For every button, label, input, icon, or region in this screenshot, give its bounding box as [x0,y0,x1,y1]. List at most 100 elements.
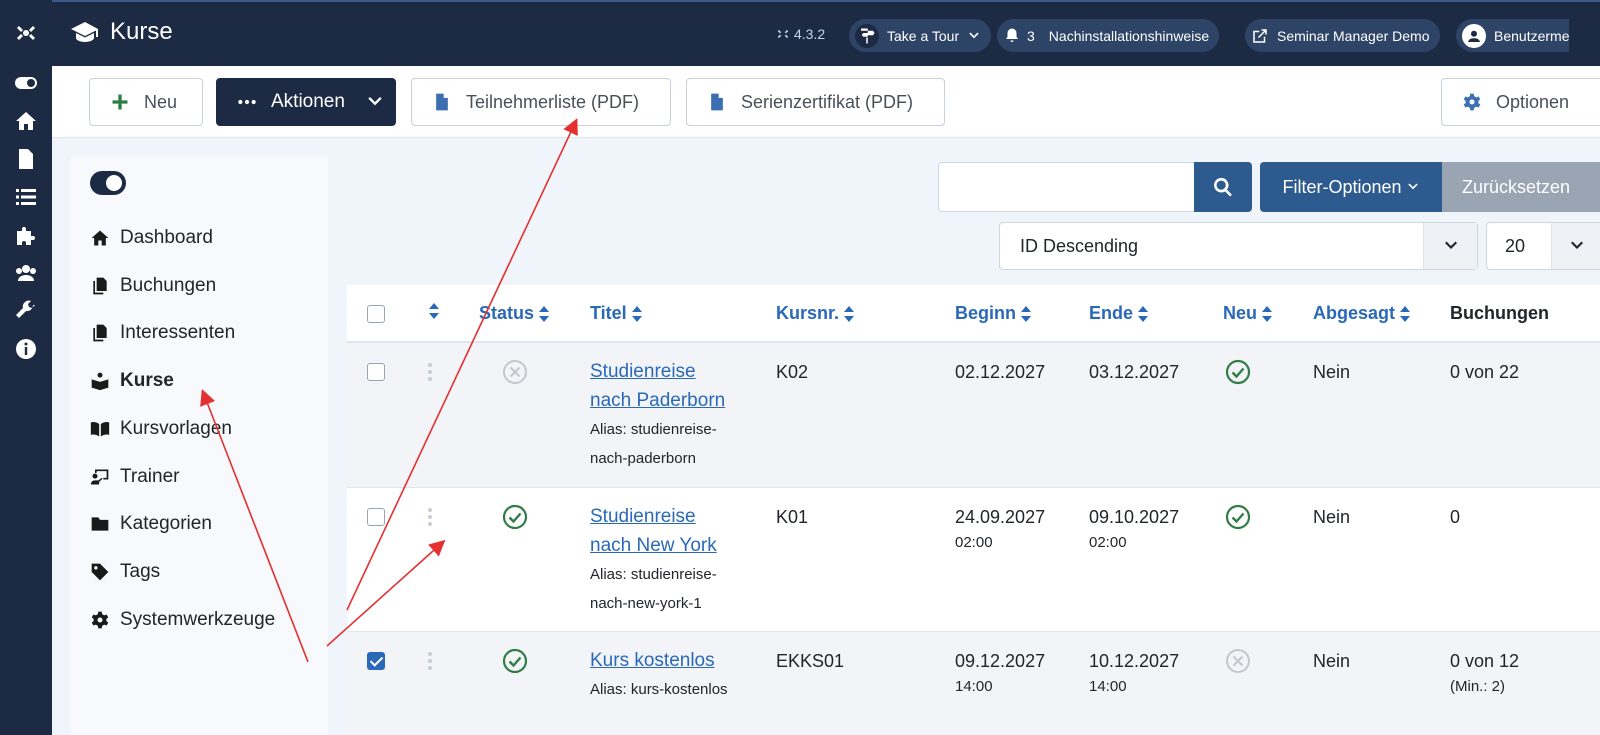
table-header: Status Titel Kursnr. Beginn Ende Neu Abg… [347,285,1600,343]
end-column-header[interactable]: Ende [1089,303,1149,324]
sort-icon [539,305,550,322]
course-title-link[interactable]: Studienreise nach Paderborn [590,361,725,411]
reset-label: Zurücksetzen [1462,176,1571,197]
limit-value: 20 [1505,235,1526,256]
ellipsis-icon [237,92,257,112]
sidebar-item-buchungen[interactable]: Buchungen [90,275,216,297]
sort-icon [429,303,439,319]
sidebar-item-label: Kursvorlagen [120,418,232,439]
user-menu-button[interactable]: Benutzerme [1456,19,1570,52]
drag-handle[interactable] [428,508,434,528]
status-column-header[interactable]: Status [479,303,550,324]
sidebar-item-label: Interessenten [120,322,236,343]
actions-dropdown-button[interactable]: Aktionen [216,78,396,126]
published-icon[interactable] [502,648,528,674]
sort-icon [1021,305,1031,322]
begin-column-header[interactable]: Beginn [955,303,1032,324]
book-icon [90,422,110,437]
new-column-header[interactable]: Neu [1223,303,1273,324]
signpost-icon [855,23,879,48]
certificate-pdf-button[interactable]: Serienzertifikat (PDF) [686,78,945,126]
sort-select[interactable]: ID Descending [999,222,1478,270]
chevron-down-icon [1407,183,1418,190]
course-title-link[interactable]: Kurs kostenlos [590,650,715,671]
table-row: Kurs kostenlos Alias: kurs-kostenlos EKK… [347,632,1600,735]
sort-icon [1138,305,1149,322]
sort-icon [1262,305,1273,322]
course-alias: Alias: kurs-kostenlos [590,681,728,698]
sidebar-item-interessenten[interactable]: Interessenten [90,322,235,344]
sidebar-item-kurse[interactable]: Kurse [90,370,174,392]
sidebar-item-systemwerkzeuge[interactable]: Systemwerkzeuge [90,609,275,631]
sidebar-item-label: Kategorien [120,513,212,534]
row-checkbox[interactable] [367,508,385,526]
content-icon[interactable] [0,144,52,174]
sidebar-item-dashboard[interactable]: Dashboard [90,227,213,249]
drag-handle[interactable] [428,363,434,383]
unpublished-icon[interactable] [502,359,528,385]
sort-icon [631,305,642,322]
title-cell: Kurs kostenlos Alias: kurs-kostenlos [590,646,728,704]
cancelled-column-header[interactable]: Abgesagt [1313,303,1411,324]
component-sidebar: Dashboard Buchungen Interessenten Kurse … [70,157,328,735]
menu-toggle-icon[interactable] [0,68,52,98]
sort-icon [844,305,855,322]
select-all-checkbox[interactable] [367,305,385,323]
search-input[interactable] [938,162,1196,212]
gear-icon [1462,92,1482,112]
info-icon[interactable] [0,334,52,364]
course-no-cell: EKKS01 [776,651,845,671]
sidebar-item-trainer[interactable]: Trainer [90,466,179,488]
new-button[interactable]: Neu [89,78,203,126]
reset-button[interactable]: Zurücksetzen [1442,162,1600,212]
take-a-tour-button[interactable]: Take a Tour [849,19,992,52]
users-icon[interactable] [0,258,52,288]
row-checkbox[interactable] [367,363,385,381]
home-icon[interactable] [0,106,52,136]
course-title-link[interactable]: Studienreise nach New York [590,506,717,556]
title-cell: Studienreise nach Paderborn Alias: studie… [590,357,725,473]
bookings-column-header: Buchungen [1450,303,1549,324]
row-checkbox[interactable] [367,652,385,670]
sidebar-item-kursvorlagen[interactable]: Kursvorlagen [90,418,232,440]
title-column-header[interactable]: Titel [590,303,643,324]
filter-options-button[interactable]: Filter-Optionen [1260,162,1442,212]
external-link-icon [1251,27,1269,45]
search-button[interactable] [1194,162,1252,212]
header-label: Status [479,303,535,323]
filter-options-label: Filter-Optionen [1282,176,1402,197]
site-link-button[interactable]: Seminar Manager Demo [1245,19,1440,52]
published-icon[interactable] [502,504,528,530]
table-row: Studienreise nach New York Alias: studien… [347,488,1600,632]
copy-icon [93,324,107,342]
cancelled-cell: Nein [1313,362,1351,382]
extensions-puzzle-icon[interactable] [0,220,52,250]
copy-icon [93,277,107,295]
chevron-down-icon [365,92,385,112]
joomla-logo-icon[interactable] [0,18,52,48]
menus-list-icon[interactable] [0,182,52,212]
list-limit-select[interactable]: 20 [1486,222,1600,270]
user-avatar-icon [1462,23,1486,48]
options-button[interactable]: Optionen [1441,78,1600,126]
chevron-down-icon [1551,223,1600,269]
check-circle-icon[interactable] [1225,504,1251,530]
course-no-column-header[interactable]: Kursnr. [776,303,855,324]
participant-list-pdf-button[interactable]: Teilnehmerliste (PDF) [411,78,671,126]
course-alias: Alias: studienreise-nach-new-york-1 [590,566,717,612]
sidebar-item-tags[interactable]: Tags [90,561,160,583]
sidebar-item-kategorien[interactable]: Kategorien [90,513,212,535]
ordering-sort-header[interactable] [428,303,440,319]
courses-table: Status Titel Kursnr. Beginn Ende Neu Abg… [347,285,1600,735]
check-circle-icon[interactable] [1225,359,1251,385]
not-new-icon[interactable] [1225,648,1251,674]
sidebar-toggle[interactable] [90,171,126,195]
options-label: Optionen [1496,91,1570,112]
home-icon [91,230,109,246]
tour-label: Take a Tour [887,27,960,44]
file-icon [707,92,727,112]
post-install-messages-button[interactable]: 3 Nachinstallationshinweise [997,19,1220,52]
wrench-icon[interactable] [0,296,52,326]
drag-handle[interactable] [428,652,434,672]
trainer-icon [90,469,109,485]
